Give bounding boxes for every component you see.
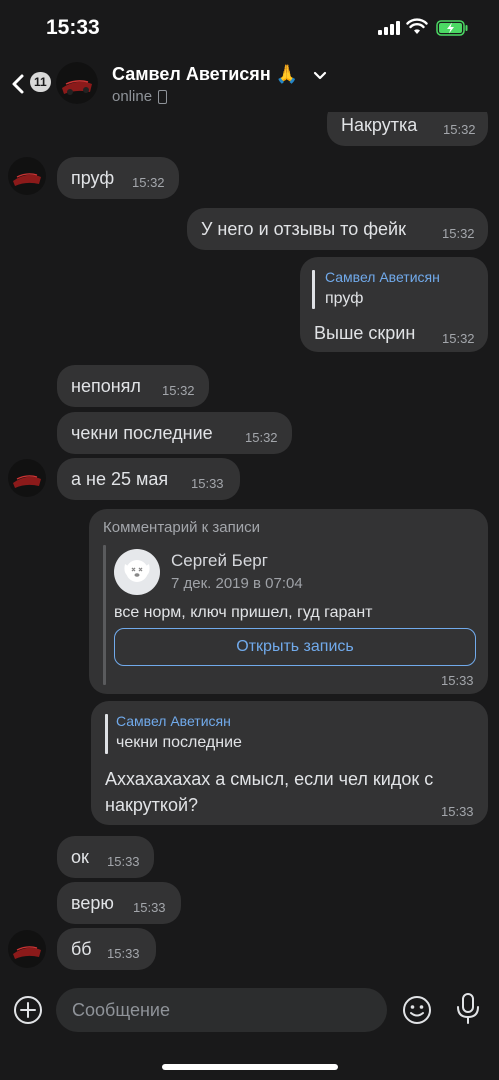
incoming-message[interactable]: чекни последние 15:32 xyxy=(57,412,292,454)
contact-status: online xyxy=(112,88,153,105)
reply-author: Самвел Аветисян xyxy=(325,269,440,285)
message-time: 15:32 xyxy=(245,430,278,445)
message-time: 15:33 xyxy=(191,476,224,491)
sender-avatar[interactable] xyxy=(8,157,46,195)
outgoing-reply-message[interactable]: Самвел Аветисян пруф Выше скрин 15:32 xyxy=(300,257,488,352)
message-input[interactable] xyxy=(56,988,387,1032)
incoming-message[interactable]: а не 25 мая 15:33 xyxy=(57,458,240,500)
message-text: Накрутка xyxy=(341,115,418,135)
message-text: верю xyxy=(71,893,114,913)
message-text-line-2: накруткой? xyxy=(105,795,199,815)
message-time: 15:33 xyxy=(107,946,140,961)
status-time: 15:33 xyxy=(46,16,100,39)
message-time: 15:33 xyxy=(441,804,474,819)
incoming-message[interactable]: непонял 15:32 xyxy=(57,365,209,407)
chat-header: 11 Самвел Аветисян 🙏 online xyxy=(0,56,499,112)
message-time: 15:33 xyxy=(133,900,166,915)
open-post-button[interactable]: Открыть запись xyxy=(114,628,476,666)
reply-quote-bar xyxy=(312,270,315,309)
message-text: чекни последние xyxy=(71,423,213,443)
home-indicator xyxy=(162,1064,338,1070)
message-time: 15:32 xyxy=(442,331,475,346)
status-bar: 15:33 xyxy=(0,0,499,56)
outgoing-reply-message[interactable]: Самвел Аветисян чекни последние Аххахаха… xyxy=(91,701,488,825)
post-author-avatar[interactable] xyxy=(114,549,160,595)
mobile-phone-icon xyxy=(158,90,167,104)
emoji-button[interactable] xyxy=(401,994,433,1026)
outgoing-message[interactable]: У него и отзывы то фейк 15:32 xyxy=(187,208,488,250)
add-attachment-button[interactable] xyxy=(12,994,44,1026)
contact-name[interactable]: Самвел Аветисян 🙏 xyxy=(112,64,298,85)
wifi-icon xyxy=(406,18,428,34)
incoming-message[interactable]: бб 15:33 xyxy=(57,928,156,970)
incoming-message[interactable]: ок 15:33 xyxy=(57,836,154,878)
message-text-line-1: Аххахахахах а смысл, если чел кидок с xyxy=(105,769,434,789)
post-text: все норм, ключ пришел, гуд гарант xyxy=(114,604,373,621)
incoming-message[interactable]: верю 15:33 xyxy=(57,882,181,924)
post-comment-label: Комментарий к записи xyxy=(103,519,260,536)
post-author[interactable]: Сергей Берг xyxy=(171,551,268,571)
post-date: 7 дек. 2019 в 07:04 xyxy=(171,575,303,592)
message-text: У него и отзывы то фейк xyxy=(201,219,406,239)
unread-badge: 11 xyxy=(30,72,51,92)
message-list[interactable]: Накрутка 15:32 пруф 15:32 У него и отзыв… xyxy=(0,112,499,980)
reply-text: чекни последние xyxy=(116,734,242,751)
reply-text: пруф xyxy=(325,290,364,307)
message-time: 15:32 xyxy=(443,122,476,137)
message-text: пруф xyxy=(71,168,115,188)
sender-avatar[interactable] xyxy=(8,459,46,497)
reply-author: Самвел Аветисян xyxy=(116,713,231,729)
message-text: непонял xyxy=(71,376,141,396)
message-time: 15:32 xyxy=(132,175,165,190)
message-time: 15:33 xyxy=(107,854,140,869)
incoming-message[interactable]: пруф 15:32 xyxy=(57,157,179,199)
outgoing-post-comment[interactable]: Комментарий к записи Сергей Берг 7 дек. … xyxy=(89,509,488,694)
message-text: а не 25 мая xyxy=(71,469,169,489)
battery-icon xyxy=(436,20,468,36)
microphone-button[interactable] xyxy=(454,992,482,1026)
chevron-down-icon[interactable] xyxy=(312,68,328,84)
message-text: ок xyxy=(71,847,89,867)
contact-avatar[interactable] xyxy=(56,62,98,104)
composer-bar xyxy=(0,980,499,1080)
message-time: 15:32 xyxy=(442,226,475,241)
message-time: 15:33 xyxy=(441,673,474,688)
post-quote-bar xyxy=(103,545,106,685)
signal-icon xyxy=(378,21,402,35)
back-button[interactable]: 11 xyxy=(8,64,51,104)
reply-quote-bar xyxy=(105,714,108,754)
sender-avatar[interactable] xyxy=(8,930,46,968)
message-text: Выше скрин xyxy=(314,323,416,343)
message-text: бб xyxy=(71,939,92,959)
message-time: 15:32 xyxy=(162,383,195,398)
outgoing-message[interactable]: Накрутка 15:32 xyxy=(327,112,488,146)
